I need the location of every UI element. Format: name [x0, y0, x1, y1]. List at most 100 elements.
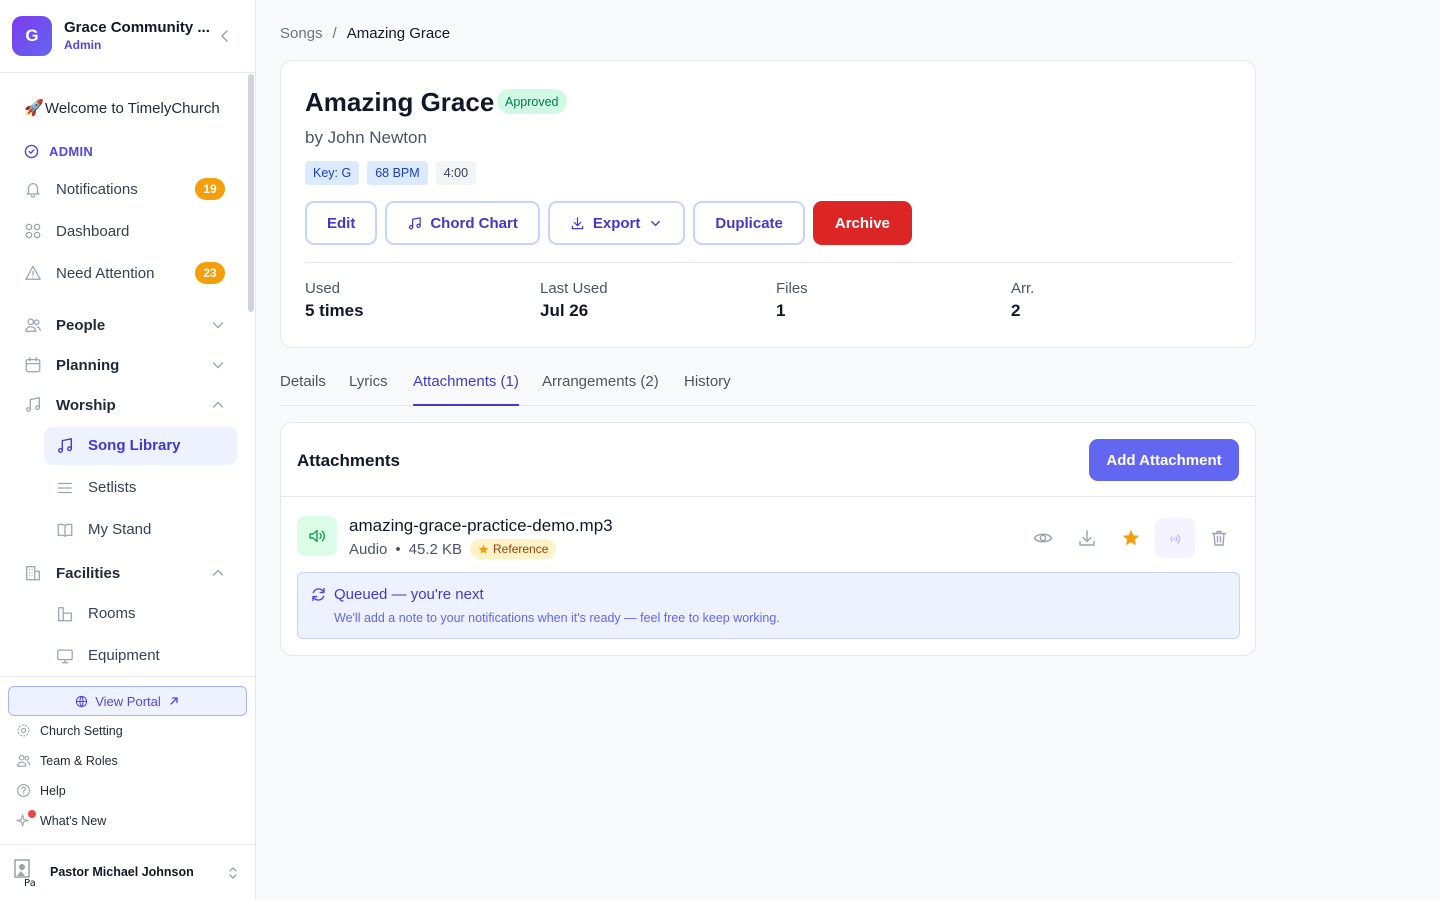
stat-last-used: Last Used Jul 26	[540, 280, 608, 321]
sidebar-item-equipment[interactable]: Equipment	[44, 637, 237, 675]
grid-icon	[25, 223, 41, 239]
calendar-icon	[25, 357, 41, 373]
preview-button[interactable]	[1023, 518, 1063, 558]
attachment-file-name: amazing-grace-practice-demo.mp3	[349, 516, 613, 535]
stat-arrangements: Arr. 2	[1011, 280, 1034, 321]
new-indicator-dot	[28, 810, 36, 818]
add-attachment-button[interactable]: Add Attachment	[1089, 439, 1239, 481]
whats-new-icon-wrap	[16, 810, 36, 828]
stat-value: Jul 26	[540, 301, 589, 320]
archive-button[interactable]: Archive	[812, 201, 912, 245]
processing-button[interactable]	[1155, 518, 1195, 558]
external-link-icon	[170, 697, 178, 705]
set-reference-button[interactable]	[1111, 518, 1151, 558]
chevron-down-icon	[212, 322, 224, 329]
user-menu[interactable]: Pa Pastor Michael Johnson	[0, 844, 255, 900]
view-portal-button[interactable]: View Portal	[8, 686, 247, 716]
chevron-down-icon	[212, 362, 224, 369]
eye-icon	[1033, 533, 1053, 543]
delete-button[interactable]	[1199, 518, 1239, 558]
whats-new-link[interactable]: What's New	[16, 810, 107, 828]
team-roles-label: Team & Roles	[40, 753, 118, 768]
music-note-icon	[409, 216, 422, 229]
queue-subtitle: We'll add a note to your notifications w…	[334, 611, 780, 625]
edit-button[interactable]: Edit	[305, 201, 378, 245]
sidebar-item-song-library[interactable]: Song Library	[44, 427, 237, 465]
svg-text:Pa: Pa	[24, 878, 36, 887]
tab-arrangements[interactable]: Arrangements (2)	[542, 373, 659, 406]
sidebar-item-dashboard[interactable]: Dashboard	[16, 212, 237, 250]
music-note-icon	[58, 438, 72, 453]
globe-icon	[76, 695, 88, 707]
admin-label: ADMIN	[49, 144, 94, 159]
sidebar-item-facilities[interactable]: Facilities	[16, 554, 237, 592]
stat-label: Arr.	[1011, 280, 1035, 297]
file-size: 45.2 KB	[408, 540, 463, 558]
org-name: Grace Community ...	[64, 19, 210, 36]
whats-new-label: What's New	[40, 813, 107, 828]
org-logo: G	[12, 16, 52, 56]
monitor-icon	[57, 649, 73, 664]
notifications-count-badge: 19	[195, 178, 225, 200]
meta-separator: •	[395, 540, 401, 558]
archive-label: Archive	[834, 214, 890, 232]
team-roles-link[interactable]: Team & Roles	[16, 753, 118, 768]
sidebar-item-my-stand[interactable]: My Stand	[44, 511, 237, 549]
attachments-header: Attachments Add Attachment	[281, 423, 1255, 497]
bpm-tag: 68 BPM	[367, 161, 428, 185]
page-title: Amazing Grace	[305, 87, 495, 117]
church-setting-link[interactable]: Church Setting	[16, 723, 123, 738]
tab-attachments[interactable]: Attachments (1)	[413, 373, 519, 406]
duplicate-button[interactable]: Duplicate	[693, 201, 805, 245]
sidebar-scrollbar[interactable]	[248, 74, 254, 312]
room-icon	[57, 607, 73, 622]
song-header-card: Amazing Grace Approved by John Newton Ke…	[280, 60, 1256, 348]
tab-history[interactable]: History	[684, 373, 731, 406]
collapse-sidebar-icon[interactable]	[217, 28, 233, 44]
alert-triangle-icon	[25, 265, 41, 280]
audio-file-icon	[297, 516, 337, 556]
welcome-link[interactable]: 🚀 Welcome to TimelyChurch	[24, 98, 220, 118]
sidebar-item-planning[interactable]: Planning	[16, 346, 237, 384]
sidebar-item-people[interactable]: People	[16, 306, 237, 344]
sidebar-item-label: Worship	[56, 396, 116, 414]
sidebar-item-worship[interactable]: Worship	[16, 386, 237, 424]
tab-lyrics[interactable]: Lyrics	[349, 373, 388, 406]
refresh-icon	[312, 587, 325, 602]
sidebar-item-rooms[interactable]: Rooms	[44, 595, 237, 633]
sidebar-item-label: Facilities	[56, 564, 121, 582]
chord-chart-button[interactable]: Chord Chart	[385, 201, 540, 245]
tab-details[interactable]: Details	[280, 373, 326, 406]
file-type: Audio	[349, 540, 388, 558]
signal-waves-icon	[1170, 534, 1181, 544]
download-button[interactable]	[1067, 518, 1107, 558]
sidebar: G Grace Community ... Admin 🚀 Welcome to…	[0, 0, 256, 900]
breadcrumb-separator: /	[332, 25, 337, 42]
org-switcher[interactable]: G Grace Community ... Admin	[0, 0, 255, 73]
help-link[interactable]: Help	[16, 783, 66, 798]
sidebar-item-need-attention[interactable]: Need Attention 23	[16, 254, 237, 292]
users-icon	[16, 754, 31, 767]
breadcrumb-current: Amazing Grace	[346, 25, 451, 42]
reference-badge: Reference	[470, 539, 557, 559]
edit-label: Edit	[327, 214, 356, 232]
breadcrumb-songs-link[interactable]: Songs	[280, 25, 323, 42]
reference-label: Reference	[493, 542, 549, 556]
status-badge: Approved	[497, 89, 567, 114]
attachment-meta: Audio • 45.2 KB Reference	[349, 539, 557, 559]
chevron-up-icon	[212, 569, 224, 576]
avatar: Pa	[14, 859, 36, 887]
chord-chart-label: Chord Chart	[430, 214, 518, 232]
view-portal-label: View Portal	[95, 693, 161, 709]
nav-scroll-area: 🚀 Welcome to TimelyChurch ADMIN Notifica…	[0, 74, 255, 676]
stat-value: 2	[1011, 301, 1021, 320]
key-tag: Key: G	[305, 161, 360, 185]
breadcrumb: Songs / Amazing Grace	[280, 25, 450, 42]
book-icon	[57, 523, 73, 537]
export-button[interactable]: Export	[547, 201, 686, 245]
users-icon	[25, 318, 41, 332]
music-icon	[26, 397, 40, 412]
chevron-down-icon	[651, 220, 661, 226]
sidebar-item-setlists[interactable]: Setlists	[44, 469, 237, 507]
sidebar-item-notifications[interactable]: Notifications 19	[16, 170, 237, 208]
